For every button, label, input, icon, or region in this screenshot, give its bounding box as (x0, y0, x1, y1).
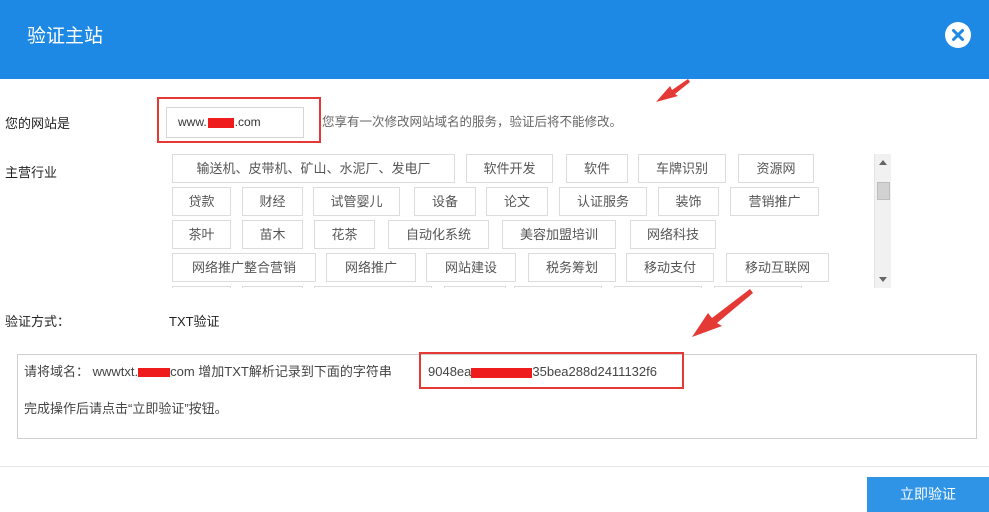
scroll-down-icon[interactable] (879, 277, 887, 282)
dialog-title: 验证主站 (27, 26, 104, 47)
scroll-thumb[interactable] (877, 182, 890, 200)
website-value-prefix: www. (178, 115, 207, 129)
redaction-mark (471, 367, 533, 378)
industry-tag[interactable]: 移动互联网 (726, 253, 829, 282)
website-hint: 您享有一次修改网站域名的服务，验证后将不能修改。 (322, 115, 623, 129)
dialog-header: 验证主站 (0, 0, 989, 79)
txt-record-value[interactable]: 9048ea 35bea288d2411132f6 (428, 362, 657, 382)
industry-tag[interactable]: 软件 (566, 154, 628, 183)
verification-method-value: TXT验证 (169, 314, 220, 329)
instruction-mid: com 增加TXT解析记录到下面的字符串 (170, 364, 392, 379)
industry-tag[interactable]: 网络推广 (326, 253, 416, 282)
industry-tag[interactable]: 网站建设 (426, 253, 516, 282)
footer-divider (0, 466, 989, 467)
website-label: 您的网站是 (5, 116, 71, 131)
industry-tag[interactable]: 软件开发 (466, 154, 553, 183)
industry-tag[interactable]: 车牌识别 (638, 154, 726, 183)
industry-tag[interactable]: 网络推广整合营销 (172, 253, 316, 282)
industry-tag[interactable]: 试管婴儿 (313, 187, 400, 216)
website-value-suffix: .com (234, 115, 261, 129)
instruction-line-finish: 完成操作后请点击“立即验证”按钮。 (24, 401, 228, 416)
industry-tag-partial[interactable] (314, 286, 432, 288)
industry-tag[interactable]: 苗木 (242, 220, 303, 249)
industry-tag[interactable]: 茶叶 (172, 220, 231, 249)
industry-tag[interactable]: 营销推广 (730, 187, 819, 216)
annotation-arrow-icon (656, 79, 690, 102)
industry-tag[interactable]: 认证服务 (559, 187, 647, 216)
industry-tag[interactable]: 装饰 (658, 187, 719, 216)
scroll-up-icon[interactable] (879, 160, 887, 165)
industry-tag[interactable]: 财经 (242, 187, 303, 216)
industry-tag-partial[interactable] (172, 286, 231, 288)
txt-record-prefix: 9048ea (428, 364, 472, 379)
industry-tag[interactable]: 输送机、皮带机、矿山、水泥厂、发电厂 (172, 154, 455, 183)
industry-tag[interactable]: 贷款 (172, 187, 231, 216)
industry-scrollbar[interactable] (874, 154, 891, 288)
industry-tag-partial[interactable] (242, 286, 303, 288)
industry-tag[interactable]: 移动支付 (626, 253, 714, 282)
industry-tag[interactable]: 美容加盟培训 (502, 220, 616, 249)
industry-label: 主营行业 (5, 165, 58, 180)
industry-tag[interactable]: 论文 (486, 187, 548, 216)
industry-tag[interactable]: 资源网 (738, 154, 814, 183)
verify-now-button[interactable]: 立即验证 (867, 477, 989, 512)
industry-tag[interactable]: 网络科技 (630, 220, 716, 249)
industry-tag-partial[interactable] (444, 286, 506, 288)
industry-tag-partial[interactable] (514, 286, 602, 288)
industry-tag[interactable]: 花茶 (314, 220, 375, 249)
annotation-arrow-icon (692, 289, 753, 337)
close-icon[interactable] (945, 22, 971, 48)
instruction-prefix: 请将域名： wwwtxt. (24, 364, 139, 379)
redaction-mark (207, 117, 234, 128)
website-input[interactable]: www. .com (166, 107, 304, 138)
industry-tag[interactable]: 税务筹划 (528, 253, 616, 282)
instruction-line-domain: 请将域名： wwwtxt. com 增加TXT解析记录到下面的字符串 (24, 362, 392, 382)
redaction-mark (138, 368, 171, 378)
industry-tag[interactable]: 自动化系统 (388, 220, 489, 249)
txt-record-suffix: 35bea288d2411132f6 (532, 364, 657, 379)
verification-method-label: 验证方式： (5, 314, 71, 329)
industry-tag[interactable]: 设备 (414, 187, 476, 216)
industry-tag-list: 输送机、皮带机、矿山、水泥厂、发电厂 软件开发 软件 车牌识别 资源网 贷款 财… (168, 154, 891, 288)
